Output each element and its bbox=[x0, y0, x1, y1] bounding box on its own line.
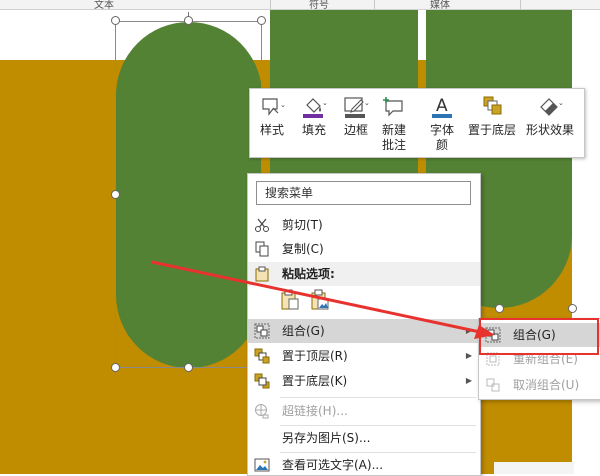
menu-item-copy-label: 复制(C) bbox=[282, 242, 324, 256]
resize-handle-shape-right[interactable] bbox=[495, 304, 504, 313]
menu-item-send-to-back-label: 置于底层(K) bbox=[282, 374, 348, 388]
menu-search-input[interactable]: 搜索菜单 bbox=[256, 181, 471, 205]
group-icon bbox=[254, 323, 270, 339]
submenu-arrow-icon: ▶ bbox=[465, 351, 472, 360]
pen-outline-icon: ⌄ bbox=[342, 95, 370, 119]
menu-item-view-alt-text-label: 查看可选文字(A)... bbox=[282, 458, 384, 472]
new-comment-label: 新建 批注 bbox=[381, 123, 406, 152]
font-color-icon: A bbox=[428, 95, 456, 119]
resize-handle-bottom-left[interactable] bbox=[111, 363, 120, 372]
selection-frame bbox=[115, 21, 262, 368]
highlight-annotation-box bbox=[479, 318, 599, 355]
paint-bucket-icon: ⌄ bbox=[300, 95, 328, 119]
menu-item-view-alt-text[interactable]: 查看可选文字(A)... bbox=[248, 453, 480, 475]
globe-link-icon bbox=[254, 403, 270, 419]
menu-item-save-as-picture-label: 另存为图片(S)... bbox=[282, 431, 371, 445]
submenu-arrow-icon: ▶ bbox=[465, 326, 472, 335]
menu-item-copy[interactable]: 复制(C) bbox=[248, 237, 480, 261]
ruler-separator bbox=[374, 0, 375, 9]
slide-right-margin bbox=[572, 10, 600, 474]
alt-text-image-icon bbox=[254, 457, 270, 473]
new-comment-button[interactable]: 新建 批注 bbox=[380, 95, 408, 153]
menu-item-bring-to-front-label: 置于顶层(R) bbox=[282, 349, 348, 363]
context-menu: 搜索菜单 剪切(T) 复制(C) 粘贴选项: 组合(G) ▶ 置于顶层(R) ▶… bbox=[247, 173, 481, 476]
ruler-label-symbol: 符号 bbox=[309, 0, 329, 10]
ungroup-icon bbox=[485, 377, 501, 393]
shape-effects-icon: ⌄ bbox=[536, 95, 564, 119]
font-color-button[interactable]: A 字体 颜 bbox=[428, 95, 456, 153]
outline-label: 边框 bbox=[343, 123, 368, 137]
style-button[interactable]: ⌄ 样式 bbox=[258, 95, 286, 138]
menu-item-bring-to-front[interactable]: 置于顶层(R) ▶ bbox=[248, 344, 480, 368]
svg-text:⌄: ⌄ bbox=[280, 101, 286, 109]
font-color-label: 字体 颜 bbox=[429, 123, 454, 152]
svg-text:A: A bbox=[436, 96, 448, 116]
fill-button[interactable]: ⌄ 填充 bbox=[300, 95, 328, 138]
ruler-bar: 文本 符号 媒体 bbox=[0, 0, 600, 10]
paste-keep-source-button[interactable] bbox=[280, 289, 300, 311]
send-to-back-icon bbox=[254, 373, 270, 389]
menu-item-group-label: 组合(G) bbox=[282, 324, 325, 338]
ruler-label-text: 文本 bbox=[94, 0, 114, 10]
paste-as-picture-button[interactable] bbox=[310, 289, 330, 311]
paste-options-header: 粘贴选项: bbox=[248, 262, 480, 286]
menu-item-group[interactable]: 组合(G) ▶ bbox=[248, 319, 480, 343]
copy-icon bbox=[254, 241, 270, 257]
mini-toolbar: ⌄ 样式 ⌄ 填充 ⌄ 边框 新建 批注 A 字体 颜 置于底层 ⌄ 形状效果 bbox=[249, 88, 585, 158]
submenu-item-ungroup[interactable]: 取消组合(U) bbox=[479, 373, 600, 397]
resize-handle-bottom[interactable] bbox=[184, 363, 193, 372]
svg-text:⌄: ⌄ bbox=[558, 99, 564, 107]
bring-to-front-icon bbox=[254, 348, 270, 364]
ruler-separator bbox=[270, 0, 271, 9]
menu-item-save-as-picture[interactable]: 另存为图片(S)... bbox=[248, 426, 480, 450]
menu-item-hyperlink-label: 超链接(H)... bbox=[282, 404, 348, 418]
rotation-handle[interactable] bbox=[184, 16, 193, 25]
ruler-label-media: 媒体 bbox=[430, 0, 450, 10]
clipboard-icon bbox=[254, 266, 270, 282]
paste-clipboard-icon bbox=[281, 289, 299, 310]
shape-style-icon: ⌄ bbox=[258, 95, 286, 119]
outline-button[interactable]: ⌄ 边框 bbox=[342, 95, 370, 138]
ruler-separator bbox=[520, 0, 521, 9]
menu-item-cut-label: 剪切(T) bbox=[282, 218, 323, 232]
send-to-back-icon bbox=[478, 95, 506, 119]
resize-handle-left[interactable] bbox=[111, 190, 120, 199]
paste-picture-icon bbox=[311, 289, 329, 310]
scissors-icon bbox=[254, 217, 270, 233]
new-comment-icon bbox=[380, 95, 408, 119]
menu-item-hyperlink[interactable]: 超链接(H)... bbox=[248, 399, 480, 423]
shape-effects-label: 形状效果 bbox=[526, 123, 575, 137]
menu-item-send-to-back[interactable]: 置于底层(K) ▶ bbox=[248, 369, 480, 393]
resize-handle-top-right[interactable] bbox=[257, 16, 266, 25]
resize-handle-shape-right[interactable] bbox=[568, 304, 577, 313]
fill-label: 填充 bbox=[301, 123, 326, 137]
send-to-back-label: 置于底层 bbox=[468, 123, 517, 137]
style-label: 样式 bbox=[259, 123, 284, 137]
svg-text:⌄: ⌄ bbox=[322, 99, 328, 107]
resize-handle-top-left[interactable] bbox=[111, 16, 120, 25]
watermark-corner bbox=[494, 462, 574, 474]
menu-item-cut[interactable]: 剪切(T) bbox=[248, 213, 480, 237]
paste-options-label: 粘贴选项: bbox=[282, 267, 335, 281]
menu-divider bbox=[280, 397, 476, 398]
submenu-item-ungroup-label: 取消组合(U) bbox=[513, 378, 580, 392]
svg-text:⌄: ⌄ bbox=[364, 99, 370, 107]
submenu-arrow-icon: ▶ bbox=[465, 376, 472, 385]
send-to-back-button[interactable]: 置于底层 bbox=[468, 95, 516, 138]
shape-effects-button[interactable]: ⌄ 形状效果 bbox=[526, 95, 574, 138]
